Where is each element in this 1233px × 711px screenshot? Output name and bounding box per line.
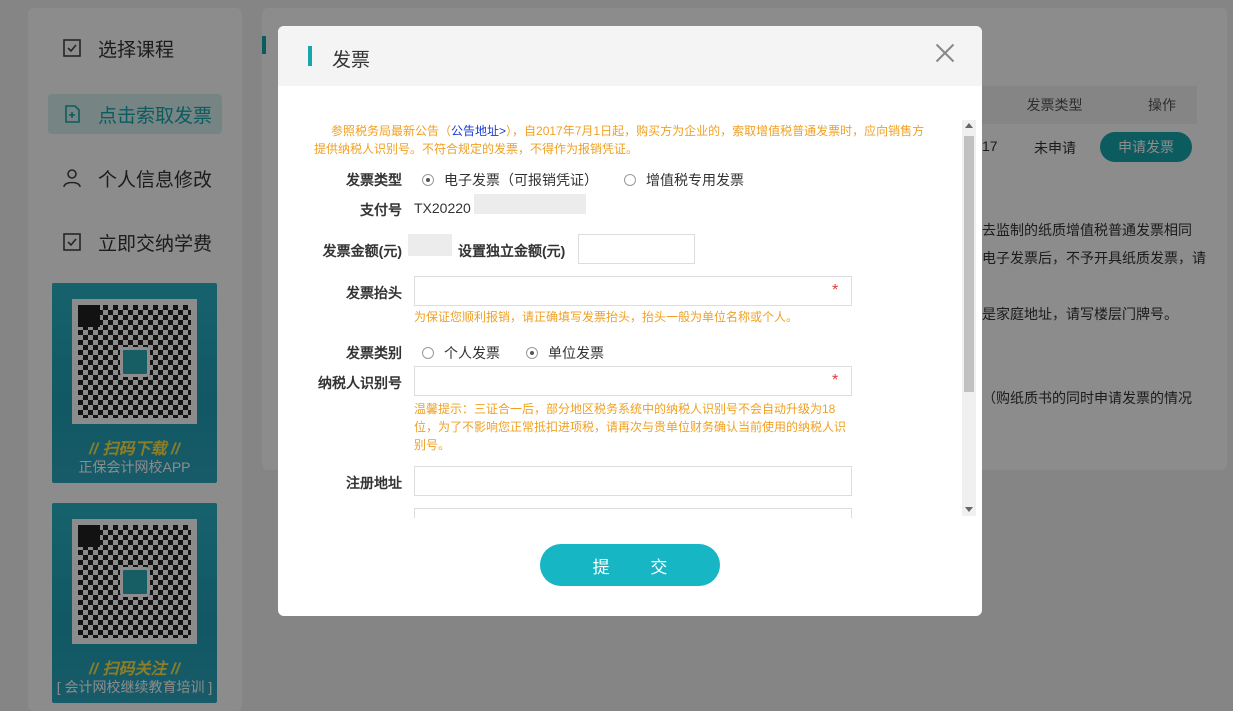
radio-unchecked-icon[interactable] (422, 347, 434, 359)
invoice-type-label: 发票类型 (346, 172, 402, 188)
announcement-link[interactable]: 公告地址> (451, 124, 506, 138)
close-icon[interactable] (934, 42, 956, 64)
radio-label: 增值税专用发票 (646, 172, 744, 188)
radio-vat-special-invoice[interactable]: 增值税专用发票 (624, 170, 744, 190)
invoice-header-label: 发票抬头 (346, 285, 402, 301)
invoice-type-radio-group: 电子发票（可报销凭证） 增值税专用发票 (422, 170, 770, 190)
invoice-category-label: 发票类别 (346, 345, 402, 361)
payment-no-label: 支付号 (360, 202, 402, 218)
registered-address-input[interactable] (414, 466, 852, 496)
custom-amount-input[interactable] (578, 234, 695, 264)
redacted-block (408, 234, 452, 256)
redacted-block (474, 194, 586, 214)
modal-body: 参照税务局最新公告（公告地址>），自2017年7月1日起，购买方为企业的，索取增… (278, 86, 962, 518)
invoice-amount-label: 发票金额(元) (322, 243, 402, 259)
radio-label: 单位发票 (548, 345, 604, 361)
custom-amount-label: 设置独立金额(元) (458, 243, 566, 259)
tax-notice: 参照税务局最新公告（公告地址>），自2017年7月1日起，购买方为企业的，索取增… (314, 122, 932, 158)
next-field-input[interactable] (414, 508, 852, 518)
radio-unchecked-icon[interactable] (624, 174, 636, 186)
radio-electronic-invoice[interactable]: 电子发票（可报销凭证） (422, 170, 598, 190)
submit-button[interactable]: 提 交 (540, 544, 720, 586)
invoice-header-hint: 为保证您顺利报销，请正确填写发票抬头，抬头一般为单位名称或个人。 (414, 310, 799, 324)
radio-checked-icon[interactable] (526, 347, 538, 359)
modal-title: 发票 (332, 50, 371, 71)
title-marker (308, 46, 312, 66)
invoice-modal: 发票 参照税务局最新公告（公告地址>），自2017年7月1日起，购买方为企业的，… (278, 26, 982, 616)
tax-id-label: 纳税人识别号 (318, 375, 402, 391)
scroll-up-icon[interactable] (965, 123, 973, 128)
registered-address-label: 注册地址 (346, 475, 402, 491)
radio-label: 个人发票 (444, 345, 500, 361)
invoice-header-input[interactable] (414, 276, 852, 306)
required-mark: * (832, 372, 839, 389)
scroll-thumb[interactable] (964, 136, 974, 392)
modal-header: 发票 (278, 26, 982, 86)
radio-label: 电子发票（可报销凭证） (444, 172, 598, 188)
scroll-down-icon[interactable] (965, 507, 973, 512)
notice-text: 参照税务局最新公告（ (331, 124, 452, 138)
modal-scrollbar[interactable] (962, 120, 976, 516)
payment-no-value: TX20220 (414, 200, 471, 216)
radio-personal-invoice[interactable]: 个人发票 (422, 343, 500, 363)
radio-checked-icon[interactable] (422, 174, 434, 186)
tax-id-hint: 温馨提示：三证合一后，部分地区税务系统中的纳税人识别号不会自动升级为18位，为了… (414, 402, 847, 452)
required-mark: * (832, 282, 839, 299)
tax-id-input[interactable] (414, 366, 852, 396)
invoice-category-radio-group: 个人发票 单位发票 (422, 343, 630, 363)
radio-company-invoice[interactable]: 单位发票 (526, 343, 604, 363)
